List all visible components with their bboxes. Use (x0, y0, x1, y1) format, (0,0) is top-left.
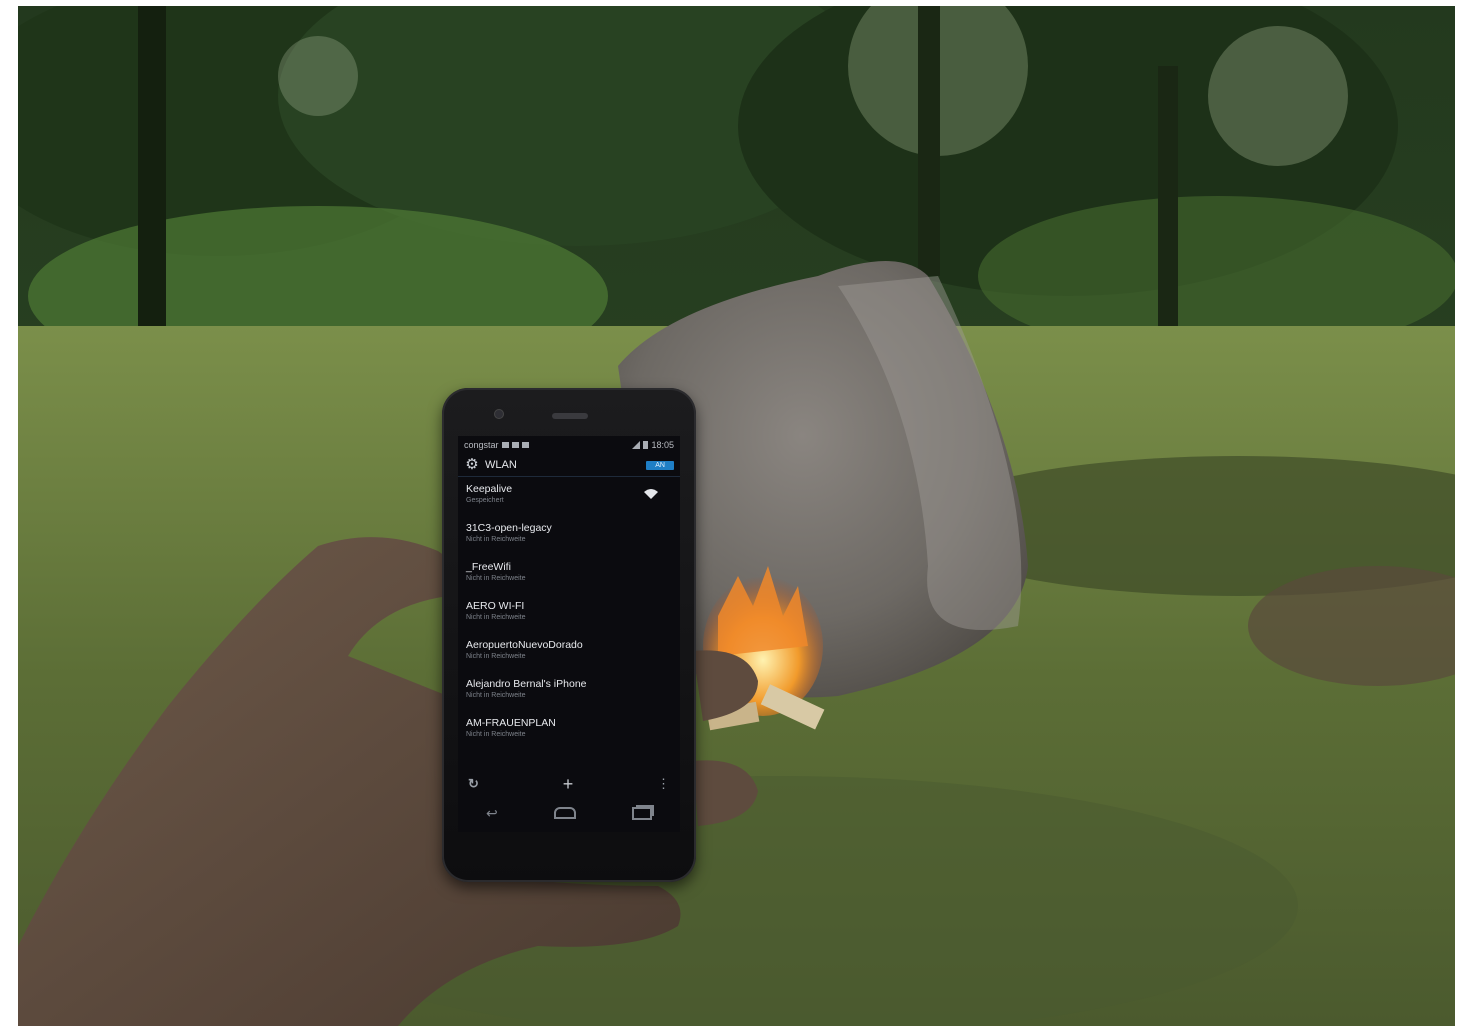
forest-scene (18, 6, 1455, 1026)
network-name: AERO WI-FI (466, 600, 525, 612)
network-status: Nicht in Reichweite (466, 614, 526, 621)
network-item[interactable]: Keepalive Gespeichert (458, 477, 680, 516)
page-title: WLAN (485, 459, 517, 471)
wlan-toggle[interactable]: AN (646, 460, 674, 470)
network-status: Nicht in Reichweite (466, 653, 526, 660)
back-icon[interactable]: ↩ (486, 805, 498, 822)
wifi-icon (644, 489, 658, 499)
notification-icon (501, 442, 509, 448)
network-list: Keepalive Gespeichert 31C3-open-legacy N… (458, 477, 680, 750)
network-item[interactable]: _FreeWifi Nicht in Reichweite (458, 555, 680, 594)
menu-icon[interactable]: ⋮ (657, 776, 670, 792)
gear-icon[interactable]: ⚙ (464, 457, 480, 473)
home-icon[interactable] (553, 807, 576, 819)
network-status: Nicht in Reichweite (466, 692, 526, 699)
network-status: Nicht in Reichweite (466, 536, 526, 543)
battery-icon (643, 441, 649, 449)
network-status: Nicht in Reichweite (466, 575, 526, 582)
network-name: Alejandro Bernal's iPhone (466, 678, 587, 690)
status-time: 18:05 (651, 440, 674, 450)
earpiece-speaker (552, 413, 588, 419)
carrier-label: congstar (464, 440, 499, 450)
network-status: Gespeichert (466, 497, 504, 504)
network-name: AeropuertoNuevoDorado (466, 639, 583, 651)
network-name: AM-FRAUENPLAN (466, 717, 556, 729)
wps-icon[interactable]: ↻ (468, 776, 479, 792)
network-item[interactable]: AeropuertoNuevoDorado Nicht in Reichweit… (458, 633, 680, 672)
network-item[interactable]: AM-FRAUENPLAN Nicht in Reichweite (458, 711, 680, 750)
network-status: Nicht in Reichweite (466, 731, 526, 738)
status-bar: congstar 18:05 (458, 436, 680, 454)
recent-apps-icon[interactable] (631, 806, 652, 820)
navigation-bar: ↩ (458, 798, 680, 828)
add-icon[interactable]: + (563, 775, 574, 793)
network-name: Keepalive (466, 483, 513, 495)
network-name: _FreeWifi (466, 561, 511, 573)
action-bar: ⚙ WLAN AN (458, 454, 680, 477)
photo: congstar 18:05 ⚙ WLAN AN Keepalive Gespe… (18, 6, 1455, 1026)
network-item[interactable]: 31C3-open-legacy Nicht in Reichweite (458, 516, 680, 555)
phone-screen: congstar 18:05 ⚙ WLAN AN Keepalive Gespe… (458, 436, 680, 832)
network-name: 31C3-open-legacy (466, 522, 552, 534)
phone: congstar 18:05 ⚙ WLAN AN Keepalive Gespe… (442, 388, 696, 882)
signal-icon (632, 441, 641, 449)
network-item[interactable]: AERO WI-FI Nicht in Reichweite (458, 594, 680, 633)
download-icon (521, 442, 529, 448)
front-camera (494, 409, 504, 419)
network-item[interactable]: Alejandro Bernal's iPhone Nicht in Reich… (458, 672, 680, 711)
mail-icon (511, 442, 519, 448)
bottom-action-bar: ↻ + ⋮ (458, 770, 680, 798)
